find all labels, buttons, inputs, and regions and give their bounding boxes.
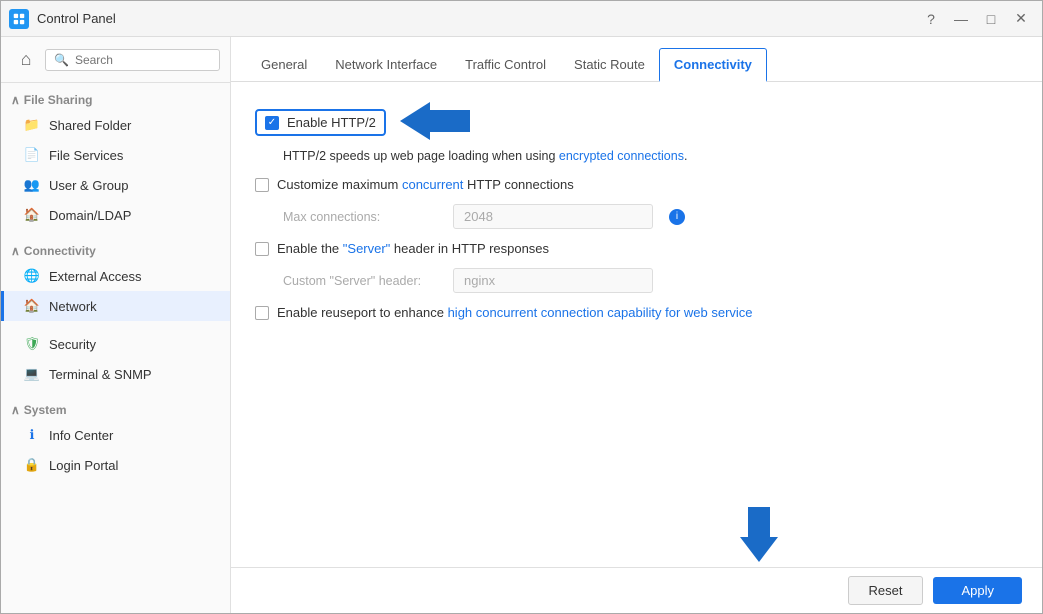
server-header-checkbox-wrap[interactable]: Enable the "Server" header in HTTP respo… — [255, 241, 549, 256]
sidebar-item-network[interactable]: 🏠 Network — [1, 291, 230, 321]
customize-concurrent-label: Customize maximum concurrent HTTP connec… — [277, 177, 574, 192]
minimize-button[interactable]: — — [948, 8, 974, 30]
reuseport-label: Enable reuseport to enhance high concurr… — [277, 305, 753, 320]
sidebar-item-terminal-snmp[interactable]: 💻 Terminal & SNMP — [1, 359, 230, 389]
apply-button[interactable]: Apply — [933, 577, 1022, 604]
users-icon: 👥 — [23, 176, 41, 194]
server-header-row: Enable the "Server" header in HTTP respo… — [255, 241, 1018, 256]
custom-server-input[interactable] — [453, 268, 653, 293]
sidebar-item-label: Shared Folder — [49, 118, 131, 133]
sidebar-item-user-group[interactable]: 👥 User & Group — [1, 170, 230, 200]
content-area: General Network Interface Traffic Contro… — [231, 37, 1042, 613]
max-connections-input[interactable] — [453, 204, 653, 229]
reuseport-row: Enable reuseport to enhance high concurr… — [255, 305, 1018, 320]
section-file-sharing: ∧ File Sharing 📁 Shared Folder 📄 File Se… — [1, 83, 230, 234]
annotation-arrow — [400, 102, 470, 143]
terminal-icon: 💻 — [23, 365, 41, 383]
section-connectivity-header[interactable]: ∧ Connectivity — [1, 238, 230, 261]
section-system: ∧ System ℹ Info Center 🔒 Login Portal — [1, 393, 230, 484]
section-label: File Sharing — [24, 93, 93, 107]
chevron-down-icon: ∧ — [11, 403, 20, 417]
folder-icon: 📁 — [23, 116, 41, 134]
login-icon: 🔒 — [23, 456, 41, 474]
maximize-button[interactable]: □ — [978, 8, 1004, 30]
section-system-header[interactable]: ∧ System — [1, 397, 230, 420]
close-button[interactable]: ✕ — [1008, 8, 1034, 30]
section-no-header: 🛡 Security 💻 Terminal & SNMP — [1, 325, 230, 393]
section-file-sharing-header[interactable]: ∧ File Sharing — [1, 87, 230, 110]
tabs-bar: General Network Interface Traffic Contro… — [231, 37, 1042, 82]
panel-content: ✓ Enable HTTP/2 HTTP/2 speeds up web pag… — [231, 82, 1042, 567]
sidebar: ⌂ 🔍 ∧ File Sharing 📁 Shared Folder 📄 — [1, 37, 231, 613]
tab-general[interactable]: General — [247, 49, 321, 82]
max-connections-row: Max connections: i — [255, 204, 1018, 229]
http2-checkbox[interactable]: ✓ — [265, 116, 279, 130]
search-icon: 🔍 — [54, 53, 69, 67]
security-icon: 🛡 — [23, 335, 41, 353]
window-title: Control Panel — [37, 11, 910, 26]
customize-concurrent-checkbox[interactable] — [255, 178, 269, 192]
home-button[interactable]: ⌂ — [11, 45, 41, 75]
sidebar-item-label: Terminal & SNMP — [49, 367, 152, 382]
sidebar-item-label: Network — [49, 299, 97, 314]
http2-label: Enable HTTP/2 — [287, 115, 376, 130]
sidebar-item-label: Login Portal — [49, 458, 118, 473]
customize-concurrent-checkbox-wrap[interactable]: Customize maximum concurrent HTTP connec… — [255, 177, 574, 192]
sidebar-item-security[interactable]: 🛡 Security — [1, 329, 230, 359]
sidebar-item-label: Info Center — [49, 428, 113, 443]
sidebar-top: ⌂ 🔍 — [1, 37, 230, 83]
custom-server-label: Custom "Server" header: — [283, 274, 443, 288]
reuseport-checkbox[interactable] — [255, 306, 269, 320]
custom-server-header-row: Custom "Server" header: — [255, 268, 1018, 293]
domain-icon: 🏠 — [23, 206, 41, 224]
server-header-checkbox[interactable] — [255, 242, 269, 256]
chevron-down-icon: ∧ — [11, 93, 20, 107]
tab-traffic-control[interactable]: Traffic Control — [451, 49, 560, 82]
help-button[interactable]: ? — [918, 8, 944, 30]
sidebar-item-info-center[interactable]: ℹ Info Center — [1, 420, 230, 450]
http2-option-row: ✓ Enable HTTP/2 — [255, 102, 1018, 143]
sidebar-item-label: External Access — [49, 269, 142, 284]
search-box[interactable]: 🔍 — [45, 49, 220, 71]
customize-concurrent-row: Customize maximum concurrent HTTP connec… — [255, 177, 1018, 192]
search-input[interactable] — [75, 53, 211, 67]
reuseport-checkbox-wrap[interactable]: Enable reuseport to enhance high concurr… — [255, 305, 753, 320]
section-label: Connectivity — [24, 244, 96, 258]
http2-description: HTTP/2 speeds up web page loading when u… — [255, 149, 1018, 163]
sidebar-item-label: User & Group — [49, 178, 128, 193]
section-connectivity: ∧ Connectivity 🌐 External Access 🏠 Netwo… — [1, 234, 230, 325]
sidebar-item-label: Security — [49, 337, 96, 352]
sidebar-item-login-portal[interactable]: 🔒 Login Portal — [1, 450, 230, 480]
bottom-bar: Reset Apply — [231, 567, 1042, 613]
file-services-icon: 📄 — [23, 146, 41, 164]
reset-button[interactable]: Reset — [848, 576, 924, 605]
main-layout: ⌂ 🔍 ∧ File Sharing 📁 Shared Folder 📄 — [1, 37, 1042, 613]
http2-checkbox-highlight[interactable]: ✓ Enable HTTP/2 — [255, 109, 386, 136]
tab-static-route[interactable]: Static Route — [560, 49, 659, 82]
main-window: Control Panel ? — □ ✕ ⌂ 🔍 ∧ File — [0, 0, 1043, 614]
external-access-icon: 🌐 — [23, 267, 41, 285]
sidebar-item-label: File Services — [49, 148, 123, 163]
tab-connectivity[interactable]: Connectivity — [659, 48, 767, 82]
title-bar: Control Panel ? — □ ✕ — [1, 1, 1042, 37]
sidebar-item-label: Domain/LDAP — [49, 208, 131, 223]
server-header-label: Enable the "Server" header in HTTP respo… — [277, 241, 549, 256]
sidebar-item-external-access[interactable]: 🌐 External Access — [1, 261, 230, 291]
sidebar-item-shared-folder[interactable]: 📁 Shared Folder — [1, 110, 230, 140]
app-icon — [9, 9, 29, 29]
info-button[interactable]: i — [669, 209, 685, 225]
sidebar-item-file-services[interactable]: 📄 File Services — [1, 140, 230, 170]
network-icon: 🏠 — [23, 297, 41, 315]
sidebar-item-domain-ldap[interactable]: 🏠 Domain/LDAP — [1, 200, 230, 230]
window-controls: ? — □ ✕ — [918, 8, 1034, 30]
tab-network-interface[interactable]: Network Interface — [321, 49, 451, 82]
section-label: System — [24, 403, 67, 417]
max-connections-label: Max connections: — [283, 210, 443, 224]
chevron-down-icon: ∧ — [11, 244, 20, 258]
apply-annotation-arrow — [740, 507, 778, 565]
info-icon: ℹ — [23, 426, 41, 444]
encrypted-link: encrypted connections — [559, 149, 684, 163]
